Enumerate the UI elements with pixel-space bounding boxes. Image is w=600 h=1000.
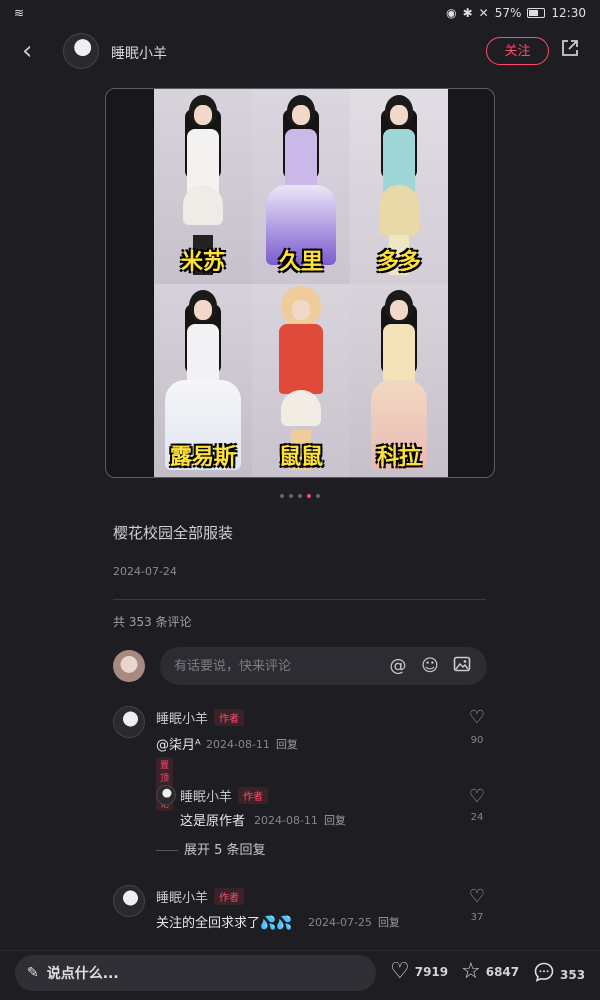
post-date: 2024-07-24 — [113, 565, 177, 578]
comment-date: 2024-08-11 — [206, 738, 270, 751]
heart-icon[interactable]: ♡ — [466, 886, 488, 908]
reply-meta: 2024-08-11 回复 — [254, 812, 346, 828]
follow-button[interactable]: 关注 — [486, 37, 549, 65]
commenter-avatar[interactable] — [113, 706, 145, 738]
pager-dot[interactable] — [298, 494, 302, 498]
like-total: 7919 — [414, 965, 449, 979]
emoji-icon[interactable]: ☺ — [419, 655, 441, 677]
author-badge: 作者 — [214, 888, 244, 905]
star-total: 6847 — [485, 965, 520, 979]
post-image[interactable]: 米苏 久里 多多 露易斯 鼠鼠 科拉 — [105, 88, 495, 478]
expand-label: 展开 5 条回复 — [184, 843, 266, 858]
comment-date: 2024-07-25 — [308, 916, 372, 929]
outfit-label: 科拉 — [376, 445, 421, 470]
heart-icon: ♡ — [390, 959, 410, 984]
author-avatar[interactable] — [63, 33, 99, 69]
wifi-icon: ≋ — [14, 6, 25, 20]
comment-input[interactable] — [174, 658, 377, 674]
expand-line — [156, 850, 178, 851]
star-stat[interactable]: ☆ 6847 — [461, 961, 519, 983]
replier-name[interactable]: 睡眠小羊 — [180, 786, 232, 805]
battery-icon — [527, 8, 546, 18]
battery-percent: 57% — [494, 6, 522, 20]
comment-meta: 2024-08-11 回复 — [206, 736, 298, 752]
pager-dot[interactable] — [316, 494, 320, 498]
reply-date: 2024-08-11 — [254, 814, 318, 827]
say-something-input[interactable]: ✎ 说点什么... — [15, 955, 376, 991]
like-count: 24 — [470, 812, 484, 823]
heart-icon[interactable]: ♡ — [466, 707, 488, 729]
outfit-cell: 米苏 — [154, 89, 252, 284]
comment-total: 353 — [560, 967, 586, 982]
outfit-cell: 鼠鼠 — [252, 284, 350, 477]
bottom-action-bar: ✎ 说点什么... ♡ 7919 ☆ 6847 353 — [0, 950, 600, 1000]
author-badge: 作者 — [238, 787, 268, 804]
reply-button[interactable]: 回复 — [324, 814, 346, 827]
outfit-label: 露易斯 — [169, 445, 236, 470]
outfit-cell: 露易斯 — [154, 284, 252, 477]
like-count: 37 — [470, 912, 484, 923]
pager-dot[interactable] — [289, 494, 293, 498]
post-header: ‹ 睡眠小羊 关注 — [0, 30, 600, 74]
outfit-label: 米苏 — [180, 250, 225, 275]
comment-stat[interactable]: 353 — [533, 961, 585, 988]
comment-count: 共 353 条评论 — [113, 615, 192, 629]
comment-text: @柒月ᴬ — [156, 738, 201, 753]
outfit-cell: 久里 — [252, 89, 350, 284]
comment-bubble-icon — [533, 961, 555, 988]
pencil-icon: ✎ — [27, 965, 39, 981]
share-icon[interactable] — [560, 38, 584, 62]
expand-replies-button[interactable]: 展开 5 条回复 — [156, 839, 266, 858]
comment-input-box[interactable]: @ ☺ — [160, 647, 487, 685]
back-icon[interactable]: ‹ — [22, 38, 46, 66]
reply-text: 这是原作者 — [180, 814, 246, 829]
star-icon: ☆ — [461, 959, 481, 984]
commenter-name[interactable]: 睡眠小羊 — [156, 708, 208, 727]
status-bar: ≋ ◉ ✱ ✕ 57% 12:30 — [0, 0, 600, 26]
outfit-label: 多多 — [376, 250, 421, 275]
my-avatar — [113, 650, 145, 682]
outfit-cell: 多多 — [350, 89, 448, 284]
like-count: 90 — [470, 735, 484, 746]
commenter-avatar[interactable] — [113, 885, 145, 917]
reply-button[interactable]: 回复 — [378, 916, 400, 929]
status-right: ◉ ✱ ✕ 57% 12:30 — [446, 6, 586, 20]
like-stat[interactable]: ♡ 7919 — [390, 961, 448, 983]
outfit-grid: 米苏 久里 多多 露易斯 鼠鼠 科拉 — [154, 89, 448, 477]
image-pager — [0, 494, 600, 498]
clock: 12:30 — [551, 6, 586, 20]
reply-button[interactable]: 回复 — [276, 738, 298, 751]
comment-text: 关注的全回求求了💦💦 — [156, 916, 293, 931]
heart-icon[interactable]: ♡ — [466, 786, 488, 808]
outfit-label: 鼠鼠 — [278, 445, 323, 470]
author-name[interactable]: 睡眠小羊 — [111, 43, 167, 63]
signal-icon: ✕ — [478, 6, 489, 20]
eye-icon: ◉ — [446, 6, 457, 20]
divider — [113, 599, 486, 600]
say-placeholder: 说点什么... — [46, 966, 119, 982]
outfit-label: 久里 — [278, 250, 323, 275]
replier-avatar[interactable] — [156, 785, 176, 805]
pager-dot[interactable] — [280, 494, 284, 498]
image-icon[interactable] — [451, 655, 473, 677]
pager-dot-active[interactable] — [307, 494, 311, 498]
outfit-cell: 科拉 — [350, 284, 448, 477]
commenter-name[interactable]: 睡眠小羊 — [156, 887, 208, 906]
mention-icon[interactable]: @ — [387, 655, 409, 677]
author-badge: 作者 — [214, 709, 244, 726]
post-caption: 樱花校园全部服装 — [113, 524, 234, 542]
comment-meta: 2024-07-25 回复 — [308, 914, 400, 930]
bluetooth-icon: ✱ — [462, 6, 473, 20]
